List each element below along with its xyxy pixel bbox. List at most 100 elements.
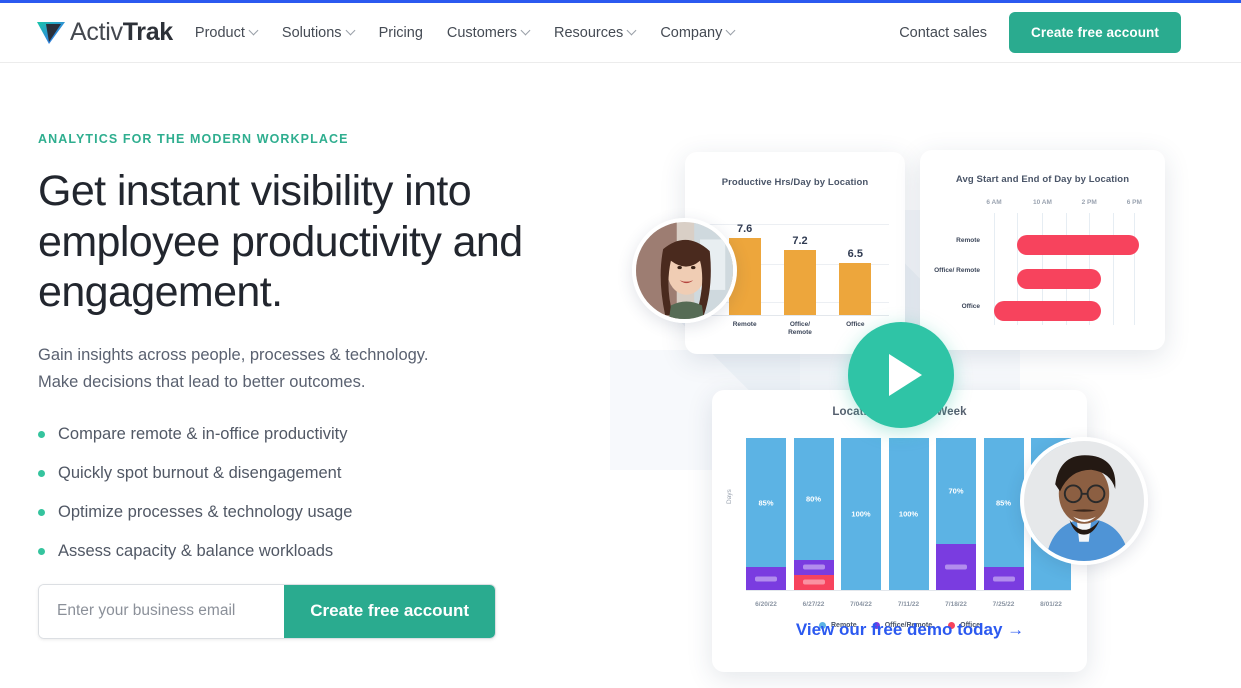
bullet-text: Compare remote & in-office productivity [58,424,348,443]
logo[interactable]: Activ Trak [36,18,173,47]
list-item: Optimize processes & technology usage [38,503,578,522]
segment-value-placeholder [992,576,1015,582]
bar-value-label: 6.5 [847,247,863,260]
segment-value-label: 85% [995,498,1011,508]
nav-label: Company [660,24,723,41]
hero-visual: Productive Hrs/Day by Location 7.6 7.2 6… [600,100,1220,672]
y-tick-label: Remote [956,237,980,244]
stack-column: 85% [746,438,786,590]
smiling-woman-photo [636,222,733,319]
x-tick-label: 7/25/22 [992,601,1015,608]
nav-label: Product [194,24,245,41]
logo-text-trak: Trak [122,18,174,46]
nav-item-product[interactable]: Product [195,25,258,41]
bullet-dot-icon [38,469,45,477]
segment-value-label: 100% [851,509,871,519]
list-item: Compare remote & in-office productivity [38,425,578,444]
nav-label: Solutions [281,24,342,41]
x-axis-tick-labels: Remote Office/ Remote Office [717,321,883,337]
segment-remote: 85% [746,438,786,568]
logo-wordmark: Activ Trak [70,18,173,47]
y-axis-label: Days [726,489,733,504]
page-title: Get instant visibility into employee pro… [38,167,523,317]
nav-item-pricing[interactable]: Pricing [379,25,423,41]
chevron-down-icon [628,27,636,35]
chevron-down-icon [522,27,530,35]
nav-item-company[interactable]: Company [660,25,735,41]
hero-benefit-list: Compare remote & in-office productivity … [38,425,578,561]
segment-remote: 70% [936,438,976,545]
site-header: Activ Trak Product Solutions Pricing Cust… [0,3,1241,63]
segment-value-label: 85% [758,498,774,508]
x-tick-label: 2 PM [1081,199,1097,206]
x-tick-label: 8/01/22 [1040,601,1062,608]
nav-item-resources[interactable]: Resources [554,25,636,41]
header-actions: Contact sales Create free account [899,12,1181,53]
stack-column: 100% [841,438,881,590]
bullet-dot-icon [38,547,45,555]
segment-value-label: 100% [898,509,919,519]
segment-office-remote [793,559,834,575]
play-triangle-icon [888,354,922,396]
segment-value-label: 80% [805,494,821,504]
stack-column: 85% [983,438,1024,590]
gantt-chart: 6 AM 10 AM 2 PM 6 PM Remote Office/ Remo… [932,199,1151,331]
y-tick-label: Office [961,303,980,310]
bar-group: 7.6 7.2 6.5 [717,216,883,315]
bar-value-label: 7.6 [737,222,753,235]
nav-item-solutions[interactable]: Solutions [282,25,355,41]
bar-column: 6.5 [839,216,872,315]
segment-value-placeholder [802,579,825,585]
segment-office-remote [936,544,976,590]
x-tick-label: 7/11/22 [897,601,920,608]
stack-column: 70% [936,438,976,590]
segment-value-label: 70% [948,486,964,496]
segment-remote: 100% [888,438,929,590]
bar [839,262,872,315]
segment-remote: 100% [841,438,881,590]
segment-remote: 80% [793,438,834,560]
gantt-bar [1017,235,1140,255]
create-free-account-button-hero[interactable]: Create free account [284,584,495,638]
x-axis-tick-labels: 6/20/22 6/27/22 7/04/22 7/11/22 7/18/22 … [746,601,1071,608]
email-field[interactable] [39,584,285,638]
nav-label: Customers [446,24,517,41]
chart-title: Productive Hrs/Day by Location [721,177,869,188]
segment-office [793,574,834,590]
gantt-plot-area: Remote Office/ Remote Office [934,213,1151,325]
bullet-text: Optimize processes & technology usage [58,502,353,521]
grid-line [1134,213,1136,325]
x-tick-label: 6/27/22 [802,601,825,608]
view-demo-link[interactable]: View our free demo today → [600,620,1220,640]
bullet-dot-icon [38,430,45,438]
stack-column: 80% [793,438,834,590]
nav-label: Resources [554,24,624,41]
stack-column: 100% [888,438,929,590]
grid-line [1112,213,1114,325]
hero-subcopy-line-1: Gain insights across people, processes &… [38,346,429,365]
axis-line [707,315,889,316]
page-root: Activ Trak Product Solutions Pricing Cust… [0,0,1241,688]
bar [783,249,816,315]
bullet-dot-icon [38,508,45,516]
bullet-text: Quickly spot burnout & disengagement [58,463,342,482]
x-tick-label: 6 PM [1126,199,1142,206]
nav-item-customers[interactable]: Customers [447,25,530,41]
gantt-bar [994,301,1101,321]
nav-label: Pricing [378,24,423,41]
chart-title: Avg Start and End of Day by Location [955,174,1130,185]
hero-subcopy-line-2: Make decisions that lead to better outco… [38,372,366,391]
hero-subcopy: Gain insights across people, processes &… [38,342,478,395]
segment-value-placeholder [755,576,777,582]
chart-card-start-end-day: Avg Start and End of Day by Location 6 A… [920,150,1165,350]
play-video-button[interactable] [848,322,954,428]
chevron-down-icon [250,27,258,35]
x-tick-label: Remote [732,320,757,328]
create-free-account-button-header[interactable]: Create free account [1009,12,1181,53]
avatar-man [1020,437,1148,565]
list-item: Assess capacity & balance workloads [38,542,578,561]
bar-column: 7.2 [783,216,816,315]
contact-sales-link[interactable]: Contact sales [899,25,987,41]
y-tick-label: Office/ Remote [934,267,980,274]
x-axis-tick-labels: 6 AM 10 AM 2 PM 6 PM [984,199,1151,213]
